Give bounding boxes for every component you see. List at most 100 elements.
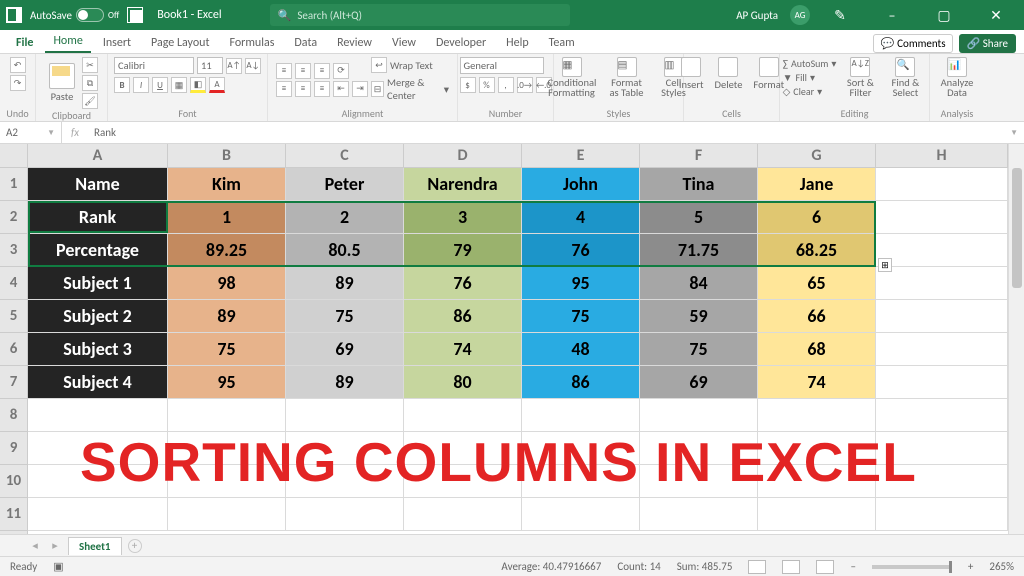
bold-button[interactable]: B [114, 77, 130, 93]
cell-h5[interactable] [876, 300, 1008, 332]
share-button[interactable]: 🔗 Share [959, 34, 1016, 53]
pen-icon[interactable]: ✎ [818, 0, 862, 30]
row-header-8[interactable]: 8 [0, 399, 27, 432]
zoom-level[interactable]: 265% [989, 560, 1014, 573]
col-header-h[interactable]: H [876, 144, 1008, 167]
cell-d1[interactable]: Narendra [404, 168, 522, 200]
indent-inc-icon[interactable]: ⇥ [352, 81, 368, 97]
cell-b3[interactable]: 89.25 [168, 234, 286, 266]
col-header-f[interactable]: F [640, 144, 758, 167]
cell-h2[interactable] [876, 201, 1008, 233]
cell-d5[interactable]: 86 [404, 300, 522, 332]
cell-c8[interactable] [286, 399, 404, 431]
cell-e3[interactable]: 76 [522, 234, 640, 266]
align-left-icon[interactable]: ≡ [276, 81, 292, 97]
tab-review[interactable]: Review [329, 33, 380, 53]
cell-f1[interactable]: Tina [640, 168, 758, 200]
cell-d2[interactable]: 3 [404, 201, 522, 233]
row-header-3[interactable]: 3 [0, 234, 27, 267]
font-name-select[interactable]: Calibri [114, 57, 194, 74]
cell-d6[interactable]: 74 [404, 333, 522, 365]
row-header-4[interactable]: 4 [0, 267, 27, 300]
cell-b4[interactable]: 98 [168, 267, 286, 299]
expand-formula-icon[interactable]: ▼ [1004, 128, 1024, 138]
cell-e5[interactable]: 75 [522, 300, 640, 332]
cell-d4[interactable]: 76 [404, 267, 522, 299]
row-header-1[interactable]: 1 [0, 168, 27, 201]
comments-button[interactable]: 💬 Comments [873, 34, 952, 53]
font-size-select[interactable]: 11 [197, 57, 223, 74]
worksheet[interactable]: A B C D E F G H 1 2 3 4 5 6 7 8 9 10 11 … [0, 144, 1024, 534]
cell-a11[interactable] [28, 498, 168, 530]
font-color-icon[interactable]: A [209, 77, 225, 93]
toggle-icon[interactable] [76, 8, 104, 22]
cell-f8[interactable] [640, 399, 758, 431]
cell-d3[interactable]: 79 [404, 234, 522, 266]
cell-a8[interactable] [28, 399, 168, 431]
sheet-nav-prev-icon[interactable]: ◂ [28, 539, 42, 552]
cell-a6[interactable]: Subject 3 [28, 333, 168, 365]
cell-b2[interactable]: 1 [168, 201, 286, 233]
cell-g7[interactable]: 74 [758, 366, 876, 398]
cell-h4[interactable] [876, 267, 1008, 299]
cell-h6[interactable] [876, 333, 1008, 365]
col-header-a[interactable]: A [28, 144, 168, 167]
cell-g11[interactable] [758, 498, 876, 530]
cell-d11[interactable] [404, 498, 522, 530]
insert-cells-button[interactable]: Insert [675, 57, 708, 91]
cell-a4[interactable]: Subject 1 [28, 267, 168, 299]
cell-f6[interactable]: 75 [640, 333, 758, 365]
name-box[interactable]: A2▼ [0, 122, 62, 143]
cell-g3[interactable]: 68.25 [758, 234, 876, 266]
col-header-e[interactable]: E [522, 144, 640, 167]
tab-team[interactable]: Team [541, 33, 583, 53]
row-header-6[interactable]: 6 [0, 333, 27, 366]
row-header-7[interactable]: 7 [0, 366, 27, 399]
fill-button[interactable]: ▼ Fill ▾ [783, 71, 837, 84]
cell-grid[interactable]: Name Kim Peter Narendra John Tina Jane R… [28, 168, 1008, 534]
comma-icon[interactable]: , [498, 77, 514, 93]
add-sheet-button[interactable]: + [128, 539, 142, 553]
cell-b8[interactable] [168, 399, 286, 431]
record-macro-icon[interactable]: ▣ [53, 560, 63, 573]
redo-icon[interactable]: ↷ [10, 75, 26, 91]
align-right-icon[interactable]: ≡ [314, 81, 330, 97]
row-header-5[interactable]: 5 [0, 300, 27, 333]
cut-icon[interactable]: ✂ [82, 57, 98, 73]
select-all-corner[interactable] [0, 144, 28, 168]
underline-button[interactable]: U [152, 77, 168, 93]
cell-f7[interactable]: 69 [640, 366, 758, 398]
cell-g4[interactable]: 65 [758, 267, 876, 299]
view-page-layout-icon[interactable] [782, 560, 800, 574]
cell-f5[interactable]: 59 [640, 300, 758, 332]
cell-e4[interactable]: 95 [522, 267, 640, 299]
cell-c6[interactable]: 69 [286, 333, 404, 365]
row-header-11[interactable]: 11 [0, 498, 27, 531]
conditional-formatting-button[interactable]: ▦Conditional Formatting [544, 57, 600, 98]
find-select-button[interactable]: 🔍Find & Select [884, 57, 926, 98]
cell-h11[interactable] [876, 498, 1008, 530]
quick-analysis-icon[interactable]: ⊞ [878, 258, 892, 272]
number-format-select[interactable]: General [460, 57, 544, 74]
align-bottom-icon[interactable]: ≡ [314, 63, 330, 79]
cell-d7[interactable]: 80 [404, 366, 522, 398]
indent-dec-icon[interactable]: ⇤ [333, 81, 349, 97]
cell-c7[interactable]: 89 [286, 366, 404, 398]
merge-center-button[interactable]: ⊟Merge & Center ▾ [371, 76, 449, 102]
row-header-2[interactable]: 2 [0, 201, 27, 234]
zoom-out-button[interactable]: – [850, 560, 855, 573]
cell-g5[interactable]: 66 [758, 300, 876, 332]
format-as-table-button[interactable]: ▤Format as Table [603, 57, 651, 98]
cell-b7[interactable]: 95 [168, 366, 286, 398]
tab-home[interactable]: Home [45, 31, 90, 53]
wrap-text-button[interactable]: ↩Wrap Text [371, 57, 449, 73]
tab-data[interactable]: Data [286, 33, 325, 53]
cell-c3[interactable]: 80.5 [286, 234, 404, 266]
clear-button[interactable]: ◇ Clear ▾ [783, 85, 837, 98]
avatar[interactable]: AG [790, 5, 810, 25]
percent-icon[interactable]: % [479, 77, 495, 93]
inc-decimal-icon[interactable]: .0→ [517, 77, 533, 93]
cell-e11[interactable] [522, 498, 640, 530]
cell-b11[interactable] [168, 498, 286, 530]
row-header-10[interactable]: 10 [0, 465, 27, 498]
